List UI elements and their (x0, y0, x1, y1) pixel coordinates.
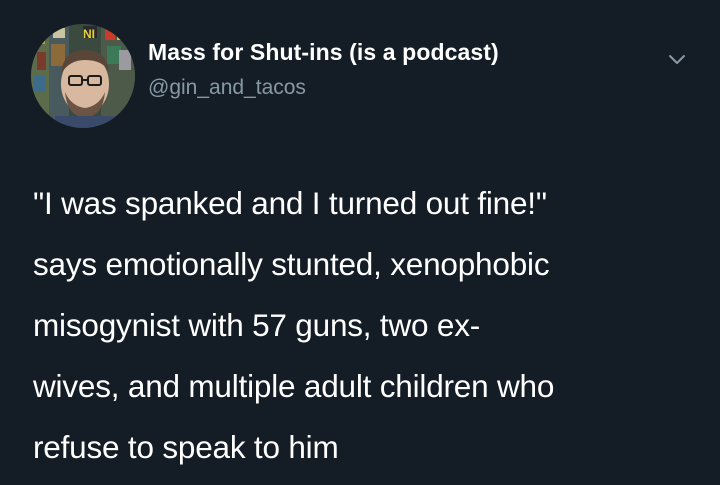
chevron-down-icon (669, 55, 685, 64)
avatar[interactable]: NI (31, 24, 135, 128)
tweet-text-line: refuse to speak to him (33, 429, 339, 465)
tweet-text: "I was spanked and I turned out fine!" s… (33, 173, 703, 478)
svg-text:NI: NI (83, 27, 95, 41)
avatar-image: NI (31, 24, 135, 128)
tweet-card: NI Mass for Shut-ins (is a podcast) @gin… (0, 0, 720, 485)
author-display-name[interactable]: Mass for Shut-ins (is a podcast) (148, 39, 499, 66)
author-handle[interactable]: @gin_and_tacos (148, 76, 306, 100)
tweet-text-line: "I was spanked and I turned out fine!" (33, 185, 547, 221)
tweet-text-line: misogynist with 57 guns, two ex- (33, 307, 481, 343)
tweet-options-button[interactable] (664, 48, 690, 70)
tweet-text-line: says emotionally stunted, xenophobic (33, 246, 550, 282)
tweet-text-line: wives, and multiple adult children who (33, 368, 555, 404)
